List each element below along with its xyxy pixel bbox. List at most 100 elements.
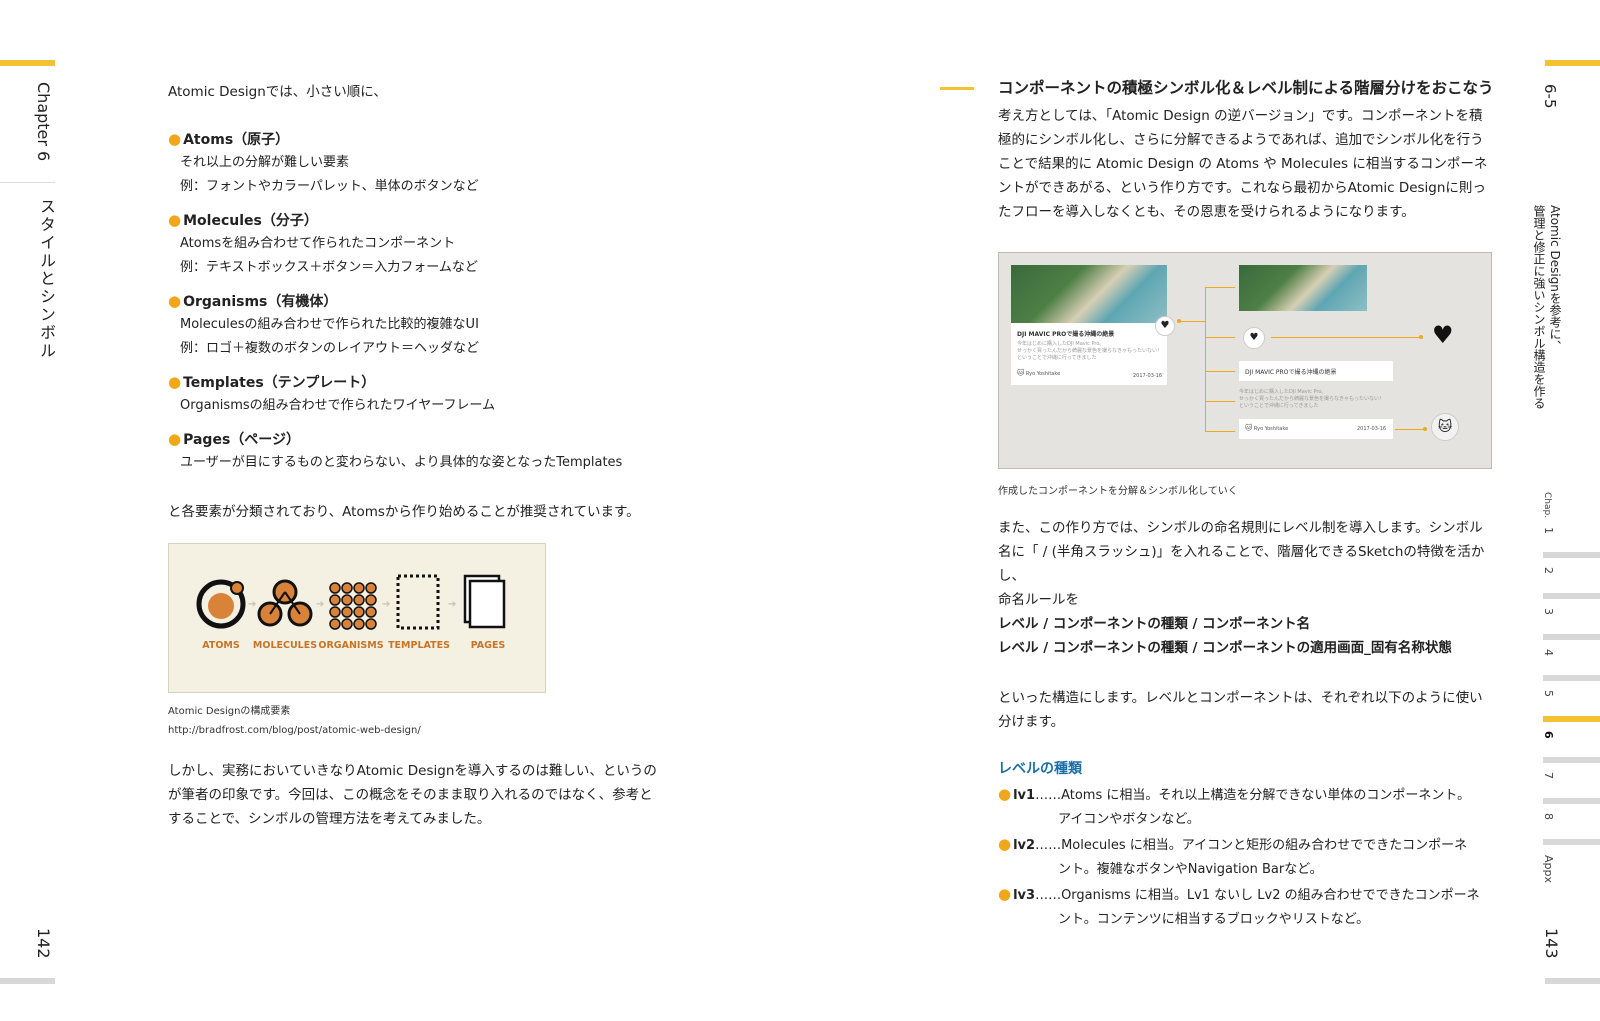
atomic-design-figure: ➔ ➔ ➔ ➔ ATOMS MOLECULES ORGANISMS TEMPLA… (168, 543, 546, 693)
chapter-tab-appx[interactable]: Appx (1542, 855, 1555, 883)
page-number-right: 143 (1542, 928, 1561, 959)
svg-text:➔: ➔ (448, 599, 456, 610)
svg-text:➔: ➔ (316, 599, 324, 610)
connector-line (1271, 337, 1421, 338)
author-component: 🐱 Ryo Yoshitake 2017-03-16 (1239, 419, 1393, 439)
chapter-tab-2[interactable]: 2 (1542, 567, 1555, 574)
paragraph-line: しかし、実務においていきなりAtomic Designを導入するのは難しい、とい… (168, 763, 657, 779)
connector-line (1205, 287, 1235, 288)
chapter-tab-bar (1543, 839, 1600, 845)
connector-line (1205, 431, 1235, 432)
body-paragraph-3: といった構造にします。レベルとコンポーネントは、それぞれ以下のように使い 分けま… (998, 686, 1498, 734)
intro-text: Atomic Designでは、小さい順に、 (168, 84, 387, 100)
connector-line (1205, 401, 1235, 402)
connector-dot (1177, 319, 1181, 323)
list-item-head: Molecules（分子） (183, 213, 318, 229)
list-item: ● Organisms（有機体） Moleculesの組み合わせで作られた比較的複… (168, 290, 688, 361)
list-item: ● Pages（ページ） ユーザーが目にするものと変わらない、より具体的な姿となっ… (168, 428, 688, 475)
level-item: ● lv2……Molecules に相当。アイコンと矩形の組み合わせでできたコンポ… (998, 832, 1498, 882)
connector-line (1205, 337, 1235, 338)
chapter-tab-1[interactable]: 1 (1542, 527, 1555, 534)
naming-rule: レベル / コンポーネントの種類 / コンポーネント名 (998, 616, 1311, 632)
list-item-line: Organismsの組み合わせで作られたワイヤーフレーム (180, 398, 496, 413)
chapter-tab-bar (1543, 634, 1600, 640)
chapter-tab-3[interactable]: 3 (1542, 608, 1555, 615)
card-title: DJI MAVIC PROで撮る沖縄の絶景 (1017, 331, 1115, 338)
content-card: ♥ DJI MAVIC PROで撮る沖縄の絶景 今年はじめに購入したDJI Ma… (1011, 265, 1175, 385)
list-item: ● Templates（テンプレート） Organismsの組み合わせで作られたワ… (168, 371, 688, 418)
chapter-tab-8[interactable]: 8 (1542, 813, 1555, 820)
list-item-head: Pages（ページ） (183, 432, 300, 448)
section-title-line: 管理と修正に強いシンボル構造を作る (1532, 205, 1546, 409)
level-item: ● lv1……Atoms に相当。それ以上構造を分解できない単体のコンポーネント。… (998, 782, 1498, 832)
page-number-left: 142 (34, 928, 53, 959)
level-text: ……Organisms に相当。Lv1 ないし Lv2 の組み合わせでできたコン… (1035, 888, 1480, 903)
connector-line (1205, 371, 1235, 372)
list-item-line: Moleculesの組み合わせで作られた比較的複雑なUI (180, 317, 479, 332)
bullet-dot: ● (168, 430, 182, 448)
connector-line (1179, 321, 1205, 322)
paragraph-line: 考え方としては、「Atomic Design の逆バージョン」です。コンポーネン… (998, 108, 1483, 124)
margin-accent-bar (0, 60, 55, 66)
figure-caption-url: http://bradfrost.com/blog/post/atomic-we… (168, 725, 421, 736)
bullet-dot: ● (168, 211, 182, 229)
chapter-tab-active-bar (1543, 716, 1600, 722)
card-body-line: せっかく買ったんだから綺麗な景色を撮らなきゃもったいない！ (1017, 348, 1163, 354)
figure-label-pages: PAGES (470, 640, 506, 651)
chapter-tab-5[interactable]: 5 (1542, 690, 1555, 697)
level-text-cont: ント。複雑なボタンやNavigation Barなど。 (1058, 862, 1323, 877)
figure-caption: 作成したコンポーネントを分解＆シンボル化していく (998, 486, 1238, 497)
list-item-line: それ以上の分解が難しい要素 (180, 155, 350, 170)
chapter-title: スタイルとシンボル (37, 198, 56, 360)
chapter-tab-4[interactable]: 4 (1542, 649, 1555, 656)
bullet-dot: ● (998, 885, 1012, 903)
heart-button-component: ♥ (1243, 327, 1265, 349)
list-item-line: Atomsを組み合わせて作られたコンポーネント (180, 236, 456, 251)
margin-bottom-bar (1545, 978, 1600, 984)
chapter-tab-6-active[interactable]: 6 (1542, 731, 1555, 739)
avatar-icon: 🐱 (1245, 424, 1253, 432)
chapter-tab-7[interactable]: 7 (1542, 772, 1555, 779)
margin-accent-bar (1545, 60, 1600, 66)
figure-label-templates: TEMPLATES (388, 640, 450, 651)
heading-accent-line (940, 87, 974, 90)
paragraph-line: 分けます。 (998, 714, 1065, 730)
paragraph-line: することで、シンボルの管理方法を考えてみました。 (168, 811, 491, 827)
chapter-label: Chapter 6 (34, 82, 53, 162)
bullet-dot: ● (998, 785, 1012, 803)
figure-caption: Atomic Designの構成要素 (168, 706, 291, 717)
level-item: ● lv3……Organisms に相当。Lv1 ないし Lv2 の組み合わせでで… (998, 882, 1498, 932)
chapter-tab-bar (1543, 593, 1600, 599)
list-item-line: 例：フォントやカラーパレット、単体のボタンなど (180, 179, 479, 194)
photo-component (1239, 265, 1367, 311)
heart-icon: ♥ (1432, 321, 1454, 349)
text-component-line: 今年はじめに購入したDJI Mavic Pro。 (1239, 389, 1327, 395)
paragraph-line: 極的にシンボル化し、さらに分解できるようであれば、追加でシンボル化を行う (998, 132, 1484, 148)
levels-list: ● lv1……Atoms に相当。それ以上構造を分解できない単体のコンポーネント。… (998, 782, 1498, 932)
chapter-tab-bar (1543, 757, 1600, 763)
paragraph-line: 名に「 / (半角スラッシュ)」を入れることで、階層化できるSketchの特徴を… (998, 544, 1485, 584)
chapter-tab-bar (1543, 675, 1600, 681)
paragraph-line: たフローを導入しなくとも、その恩恵を受けられるようになります。 (998, 204, 1415, 220)
paragraph-line: ことで結果的に Atomic Design の Atoms や Molecule… (998, 156, 1488, 172)
divider (0, 182, 55, 183)
paragraph-line: ントができあがる、という作り方です。これなら最初からAtomic Designに… (998, 180, 1486, 196)
card-date: 2017-03-16 (1133, 373, 1163, 379)
avatar-icon: 🐱 (1017, 369, 1025, 377)
naming-rules: レベル / コンポーネントの種類 / コンポーネント名 レベル / コンポーネン… (998, 612, 1498, 660)
list-item-head: Templates（テンプレート） (183, 375, 376, 391)
card-photo (1011, 265, 1167, 323)
section-number: 6-5 (1541, 84, 1559, 109)
level-text: ……Atoms に相当。それ以上構造を分解できない単体のコンポーネント。 (1035, 788, 1471, 803)
level-key: lv2 (1013, 838, 1036, 853)
avatar-icon: 🐱 (1431, 413, 1459, 441)
svg-text:➔: ➔ (248, 599, 256, 610)
list-item-head: Organisms（有機体） (183, 294, 338, 310)
bullet-dot: ● (168, 292, 182, 310)
svg-text:➔: ➔ (382, 599, 390, 610)
text-component-line: ということで沖縄に行ってきました (1239, 403, 1319, 409)
component-date: 2017-03-16 (1357, 426, 1387, 432)
card-body-line: 今年はじめに購入したDJI Mavic Pro。 (1017, 341, 1105, 347)
bullet-dot: ● (168, 130, 182, 148)
levels-heading: レベルの種類 (998, 761, 1082, 777)
